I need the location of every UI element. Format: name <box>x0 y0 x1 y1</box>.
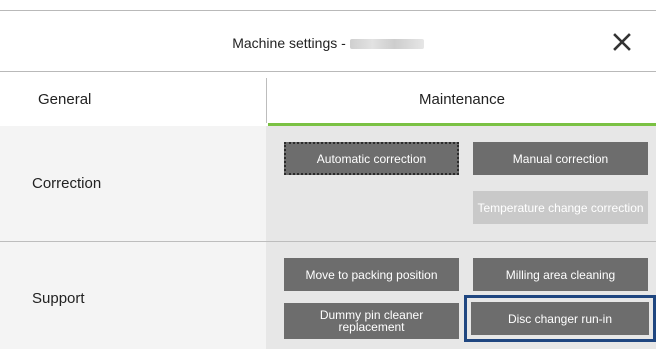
correction-label: Correction <box>32 175 102 192</box>
dummy-pin-cleaner-replacement-button[interactable]: Dummy pin cleaner replacement <box>284 303 459 339</box>
close-button[interactable] <box>610 30 634 54</box>
dialog-title: Machine settings - <box>0 35 656 51</box>
dialog-title-text: Machine settings - <box>232 35 346 51</box>
tab-maintenance-label: Maintenance <box>419 90 505 108</box>
milling-area-cleaning-button[interactable]: Milling area cleaning <box>473 258 648 291</box>
tab-general[interactable]: General <box>0 72 266 126</box>
tab-general-label: General <box>38 90 92 108</box>
automatic-correction-button[interactable]: Automatic correction <box>284 142 459 175</box>
temperature-change-correction-button[interactable]: Temperature change correction <box>473 191 648 224</box>
dummy-pin-label-line2: replacement <box>338 320 405 334</box>
support-label: Support <box>32 290 85 307</box>
move-to-packing-position-button[interactable]: Move to packing position <box>284 258 459 291</box>
close-icon <box>613 33 631 51</box>
manual-correction-button[interactable]: Manual correction <box>473 142 648 175</box>
selection-highlight <box>464 295 656 342</box>
redacted-machine-name <box>349 39 424 50</box>
tab-maintenance[interactable]: Maintenance <box>268 72 656 126</box>
tab-divider <box>266 78 267 123</box>
